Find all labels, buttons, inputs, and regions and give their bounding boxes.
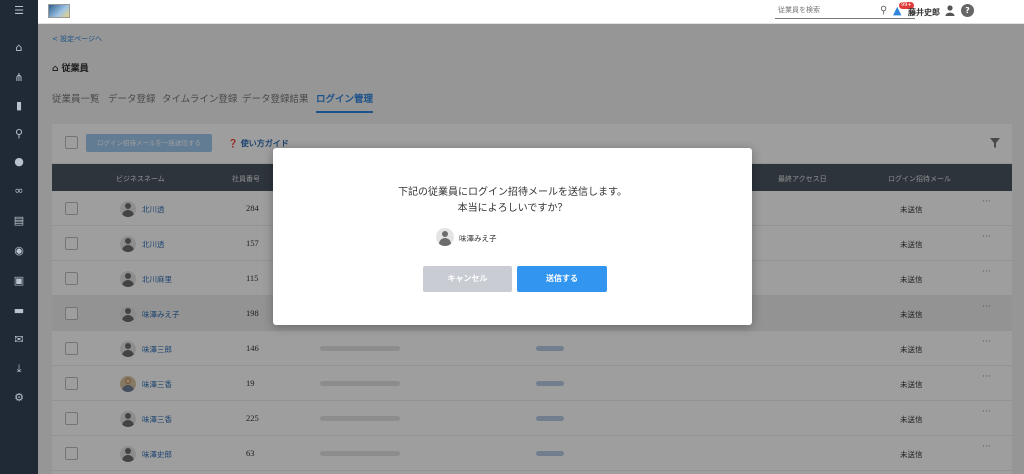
user-name[interactable]: 藤井史郎 xyxy=(908,7,940,18)
chart-icon[interactable]: ▤ xyxy=(0,214,38,228)
company-logo[interactable] xyxy=(48,4,70,18)
book-icon[interactable]: ▬ xyxy=(0,304,38,318)
confirm-send-dialog: 下記の従業員にログイン招待メールを送信します。 本当によろしいですか？ 味澤みえ… xyxy=(273,148,752,325)
cancel-button[interactable]: キャンセル xyxy=(423,266,512,292)
profile-card-icon[interactable]: ▣ xyxy=(0,274,38,288)
document-icon[interactable]: ▮ xyxy=(0,99,38,113)
send-button[interactable]: 送信する xyxy=(517,266,607,292)
search-nav-icon[interactable]: ⚲ xyxy=(0,127,38,141)
menu-icon[interactable]: ☰ xyxy=(0,4,38,18)
avatar xyxy=(436,228,454,246)
search-input[interactable] xyxy=(775,6,895,14)
home-icon[interactable]: ⌂ xyxy=(0,41,38,55)
globe-icon[interactable]: ◉ xyxy=(0,244,38,258)
help-icon[interactable]: ? xyxy=(961,4,974,17)
user-settings-icon[interactable]: ⚙ xyxy=(0,391,38,405)
left-nav-rail: ☰ ⌂ ⋔ ▮ ⚲ ● ∞ ▤ ◉ ▣ ▬ ✉ ⤓ ⚙ xyxy=(0,0,38,474)
link-icon[interactable]: ∞ xyxy=(0,184,38,198)
search-icon[interactable]: ⚲ xyxy=(880,5,887,16)
mail-icon[interactable]: ✉ xyxy=(0,333,38,347)
dialog-message-line1: 下記の従業員にログイン招待メールを送信します。 xyxy=(398,187,627,198)
chat-icon[interactable]: ● xyxy=(0,155,38,169)
download-icon[interactable]: ⤓ xyxy=(0,362,38,376)
dialog-message-line2: 本当によろしいですか？ xyxy=(457,203,568,214)
org-chart-icon[interactable]: ⋔ xyxy=(0,71,38,85)
user-icon[interactable] xyxy=(944,4,956,16)
dialog-employee-name: 味澤みえ子 xyxy=(459,234,497,243)
